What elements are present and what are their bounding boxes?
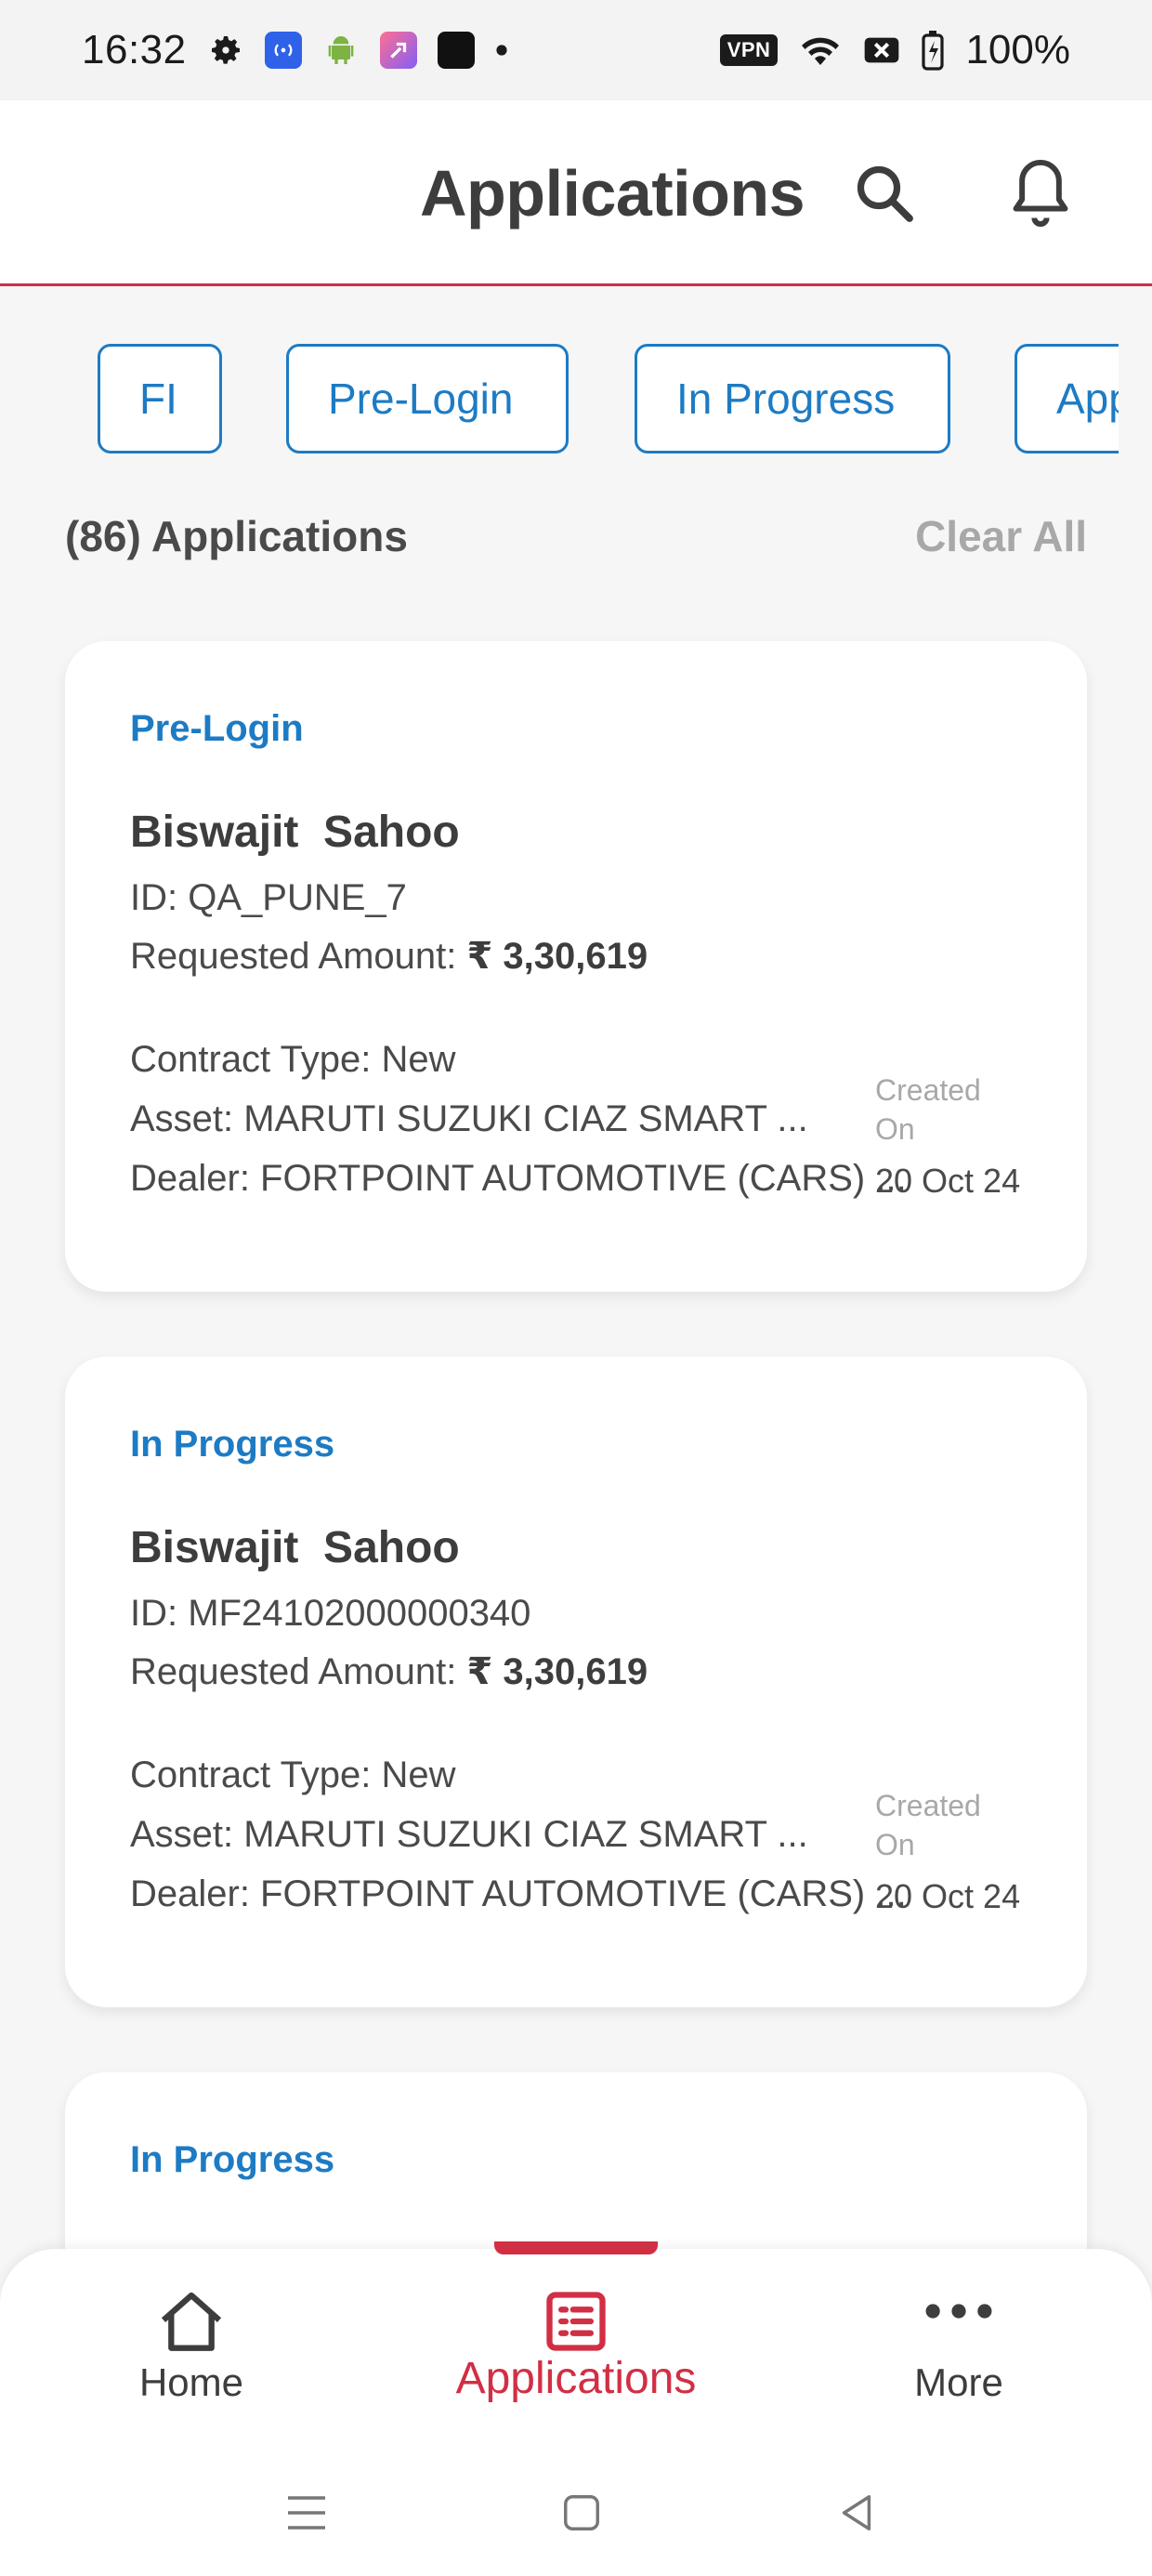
requested-amount: Requested Amount: ₹ 3,30,619 (130, 1650, 648, 1693)
nav-home[interactable]: Home (52, 2249, 331, 2453)
application-id: ID: QA_PUNE_7 (130, 877, 407, 918)
status-left: 16:32 (82, 27, 508, 73)
results-summary: (86) Applications Clear All (65, 511, 1087, 567)
contract-type: Contract Type: New (130, 1755, 456, 1795)
search-button[interactable] (847, 158, 922, 232)
system-navigation-bar (0, 2453, 1152, 2576)
application-status: Pre-Login (130, 708, 304, 749)
gear-icon (207, 32, 244, 69)
created-on-label: Created On (875, 1073, 981, 1146)
square-icon (560, 2491, 603, 2539)
contract-type: Contract Type: New (130, 1039, 456, 1080)
applicant-name: Biswajit Sahoo (130, 1523, 460, 1572)
battery-icon (921, 30, 945, 71)
nav-more[interactable]: More (819, 2249, 1098, 2453)
application-id: ID: MF24102000000340 (130, 1593, 531, 1634)
filter-chip-approved[interactable]: App (1015, 344, 1119, 453)
requested-amount-value: ₹ 3,30,619 (466, 1651, 648, 1692)
filter-chip-pre-login[interactable]: Pre-Login (286, 344, 569, 453)
status-right: VPN 100% (719, 27, 1070, 73)
android-icon (322, 32, 360, 69)
application-card[interactable]: Pre-Login Biswajit Sahoo ID: QA_PUNE_7 R… (65, 641, 1087, 1292)
requested-amount: Requested Amount: ₹ 3,30,619 (130, 935, 648, 978)
asset: Asset: MARUTI SUZUKI CIAZ SMART ... (130, 1814, 808, 1855)
wifi-icon (798, 32, 843, 69)
battery-percent: 100% (965, 27, 1070, 72)
list-icon (541, 2286, 611, 2361)
page-title: Applications (420, 157, 805, 230)
application-status: In Progress (130, 1424, 335, 1465)
dot-icon (495, 44, 508, 57)
dealer: Dealer: FORTPOINT AUTOMOTIVE (CARS) ... (130, 1873, 907, 1914)
application-status: In Progress (130, 2139, 335, 2180)
home-icon (154, 2286, 229, 2365)
status-time: 16:32 (82, 27, 187, 72)
requested-amount-label: Requested Amount: (130, 936, 467, 977)
back-triangle-icon (835, 2491, 878, 2539)
shortcut-app-icon (379, 32, 417, 69)
bottom-navigation: Home Applications More (0, 2249, 1152, 2453)
created-on-label: Created On (875, 1789, 981, 1861)
asset: Asset: MARUTI SUZUKI CIAZ SMART ... (130, 1098, 808, 1139)
status-bar: 16:32 VPN 100% (0, 0, 1152, 100)
clear-all-button[interactable]: Clear All (915, 511, 1087, 561)
more-icon (923, 2297, 994, 2330)
nav-applications[interactable]: Applications (437, 2249, 715, 2453)
filter-chips: FI Pre-Login In Progress App (0, 344, 1119, 455)
search-icon (851, 160, 918, 231)
home-system-button[interactable] (554, 2487, 609, 2543)
dealer: Dealer: FORTPOINT AUTOMOTIVE (CARS) ... (130, 1158, 907, 1199)
menu-lines-icon (284, 2492, 329, 2538)
vpn-icon: VPN (719, 34, 779, 66)
nav-home-label: Home (138, 2360, 244, 2404)
requested-amount-value: ₹ 3,30,619 (466, 936, 648, 977)
notifications-button[interactable] (1003, 158, 1078, 232)
filter-chip-in-progress[interactable]: In Progress (635, 344, 950, 453)
requested-amount-label: Requested Amount: (130, 1651, 467, 1692)
created-on-date: 20 Oct 24 (875, 1877, 1021, 1915)
recents-button[interactable] (279, 2487, 334, 2543)
applicant-name: Biswajit Sahoo (130, 808, 460, 857)
application-card[interactable]: In Progress Biswajit Sahoo ID: MF2410200… (65, 1357, 1087, 2007)
black-app-icon (437, 32, 475, 69)
broadcast-icon (264, 32, 302, 69)
nav-applications-label: Applications (455, 2354, 697, 2403)
bell-icon (1003, 153, 1078, 238)
applications-count: (86) Applications (65, 512, 408, 560)
back-button[interactable] (829, 2487, 884, 2543)
app-header: Applications (0, 100, 1152, 286)
active-tab-indicator (494, 2241, 658, 2254)
nav-more-label: More (914, 2360, 1003, 2404)
created-on-date: 20 Oct 24 (875, 1162, 1021, 1200)
no-sim-icon (863, 33, 900, 67)
filter-chip-fi[interactable]: FI (98, 344, 222, 453)
